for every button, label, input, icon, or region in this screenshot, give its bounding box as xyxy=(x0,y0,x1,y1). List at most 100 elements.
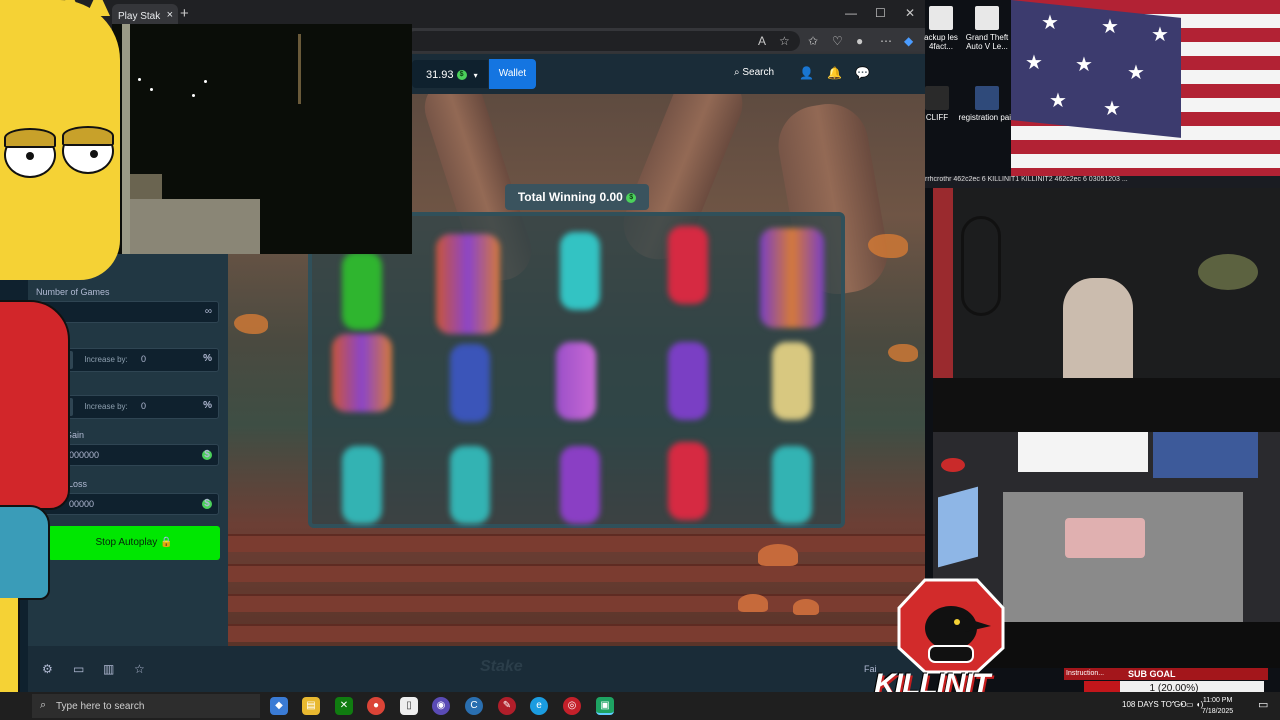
obs-icon[interactable]: ◉ xyxy=(432,697,450,715)
on-loss-value-input[interactable]: 0 xyxy=(141,401,146,411)
reel-symbol-blue xyxy=(450,344,490,422)
webcam-scene-light xyxy=(192,94,195,97)
on-win-increase-button[interactable]: Increase by: xyxy=(77,351,135,369)
more-options-icon[interactable]: ⋯ xyxy=(880,34,892,48)
screen: Play Stak × + — ☐ ✕ A ☆ ✩ ♡ ● ⋯ ◆ 31.93 … xyxy=(0,0,1280,720)
reel-symbol-purple xyxy=(668,342,708,420)
background-leaf xyxy=(888,344,918,362)
stop-autoplay-label: Stop Autoplay xyxy=(95,537,158,548)
flag-star-icon: ★ xyxy=(1025,52,1043,74)
cclean-icon[interactable]: C xyxy=(465,697,483,715)
reel-symbol-red xyxy=(668,226,708,304)
taskbar-search-box[interactable]: ⌕ Type here to search xyxy=(32,694,260,718)
search-button[interactable]: ⌕ Search xyxy=(734,67,774,78)
stop-on-net-gain-input[interactable]: 000000 $ xyxy=(36,444,219,466)
theatre-mode-icon[interactable]: ▭ xyxy=(73,662,84,676)
favorites-icon[interactable]: ✩ xyxy=(808,34,818,48)
boardwalk-plank xyxy=(228,564,925,582)
browser-essentials-icon[interactable]: ♡ xyxy=(832,34,843,48)
notification-icon[interactable]: ▭ xyxy=(1258,698,1268,711)
notifications-bell-icon[interactable]: 🔔 xyxy=(827,66,842,80)
boardwalk-plank xyxy=(228,624,925,642)
flag-star-icon: ★ xyxy=(1049,90,1067,112)
webcam-scene-monitor xyxy=(1018,432,1148,472)
read-aloud-icon[interactable]: A xyxy=(758,34,766,48)
total-winning-value: 0.00 xyxy=(599,190,623,204)
flag-star-icon: ★ xyxy=(1103,98,1121,120)
new-tab-button[interactable]: + xyxy=(180,5,189,22)
windows-taskbar: ⌕ Type here to search ◆ ▤ ✕ ● ▯ ◉ C ✎ e … xyxy=(0,692,1280,720)
reel-symbol-cyan xyxy=(450,446,490,524)
stop-on-net-gain-value: 000000 xyxy=(69,450,100,460)
file-explorer-icon[interactable]: ▤ xyxy=(302,697,320,715)
user-icon[interactable]: 👤 xyxy=(799,66,814,80)
room-webcam xyxy=(933,188,1280,432)
on-loss-increase-button[interactable]: Increase by: xyxy=(77,398,135,416)
notepad-icon[interactable]: ▯ xyxy=(400,697,418,715)
stats-icon[interactable]: ▥ xyxy=(103,662,114,676)
reel-symbol-multicolor xyxy=(436,234,500,334)
edge-icon[interactable]: e xyxy=(530,697,548,715)
favorite-star-icon[interactable]: ☆ xyxy=(779,34,790,48)
reel-symbol-cyan xyxy=(560,232,600,310)
stop-on-net-gain-label: on Net Gain xyxy=(36,430,85,440)
on-win-label: On Win xyxy=(36,334,67,344)
tab-title: Play Stak xyxy=(118,11,161,22)
number-of-games-input[interactable]: 0 ∞ xyxy=(36,301,219,323)
total-winning-label: Total Winning xyxy=(517,190,597,204)
stop-on-loss-value: 00000 xyxy=(69,499,95,509)
number-of-games-value: 0 xyxy=(43,307,49,317)
balance-selector[interactable]: 31.93 $ ▾ xyxy=(412,60,488,88)
maximize-button[interactable]: ☐ xyxy=(875,6,886,20)
chrome-icon[interactable]: ● xyxy=(367,697,385,715)
wallet-button[interactable]: Wallet xyxy=(489,59,536,89)
reel-symbol-multicolor xyxy=(332,334,392,412)
address-bar[interactable] xyxy=(405,31,800,51)
webcam-scene-light xyxy=(150,88,153,91)
boardwalk-plank xyxy=(228,594,925,612)
profile-icon[interactable]: ● xyxy=(856,34,863,48)
copilot-app-icon[interactable]: ◆ xyxy=(270,697,288,715)
webcam-scene-headphones xyxy=(961,216,1001,316)
reel-symbol-multicolor xyxy=(760,228,824,328)
webcam-scene-pole xyxy=(122,24,130,254)
stake-watermark: Stake xyxy=(480,658,523,675)
xbox-icon[interactable]: ✕ xyxy=(335,697,353,715)
streamlabs-icon[interactable]: ▣ xyxy=(596,697,614,715)
on-loss-label: n Loss xyxy=(36,381,63,391)
reel-symbol-purple xyxy=(560,446,600,524)
desktop-icon-registration[interactable]: registration paid xyxy=(957,86,1017,122)
search-label: Search xyxy=(742,67,775,78)
favorite-star-icon[interactable]: ☆ xyxy=(134,662,145,676)
on-win-reset-button[interactable]: Reset xyxy=(39,351,73,369)
settings-gear-icon[interactable]: ⚙ xyxy=(42,662,53,676)
close-tab-icon[interactable]: × xyxy=(167,9,173,21)
webcam-scene-light xyxy=(204,80,207,83)
chat-icon[interactable]: 💬 xyxy=(855,66,870,80)
tray-icons[interactable]: ⌃ ◔ ▭ ◖) xyxy=(1170,700,1203,709)
on-loss-reset-button[interactable]: Reset xyxy=(39,398,73,416)
flag-star-icon: ★ xyxy=(1075,54,1093,76)
desktop-icon-label: Grand Theft Auto V Le... xyxy=(965,33,1009,51)
file-icon xyxy=(929,6,953,30)
webcam-scene-red-light xyxy=(941,458,965,472)
stop-autoplay-button[interactable]: Stop Autoplay 🔒 xyxy=(48,526,220,560)
total-winning-display: Total Winning 0.00 $ xyxy=(505,184,649,210)
taskbar-clock[interactable]: 11:00 PM 7/18/2025 xyxy=(1202,695,1233,717)
background-leaf xyxy=(868,234,908,258)
desktop-icon-gta[interactable]: Grand Theft Auto V Le... xyxy=(957,6,1017,51)
currency-coin-icon: $ xyxy=(626,192,637,203)
minimize-button[interactable]: — xyxy=(845,6,857,20)
app-icon[interactable]: ◎ xyxy=(563,697,581,715)
flag-star-icon: ★ xyxy=(1151,24,1169,46)
stop-on-loss-input[interactable]: 00000 $ xyxy=(36,493,219,515)
app-icon[interactable]: ✎ xyxy=(498,697,516,715)
currency-coin-icon: $ xyxy=(456,70,467,81)
reel-symbol-cyan xyxy=(342,446,382,524)
on-win-value-input[interactable]: 0 xyxy=(141,354,146,364)
slot-reels xyxy=(308,212,845,528)
infinity-icon: ∞ xyxy=(204,306,212,317)
chevron-down-icon: ▾ xyxy=(473,71,478,80)
app-icon xyxy=(925,86,949,110)
sub-goal-title: SUB GOAL xyxy=(1108,668,1268,680)
